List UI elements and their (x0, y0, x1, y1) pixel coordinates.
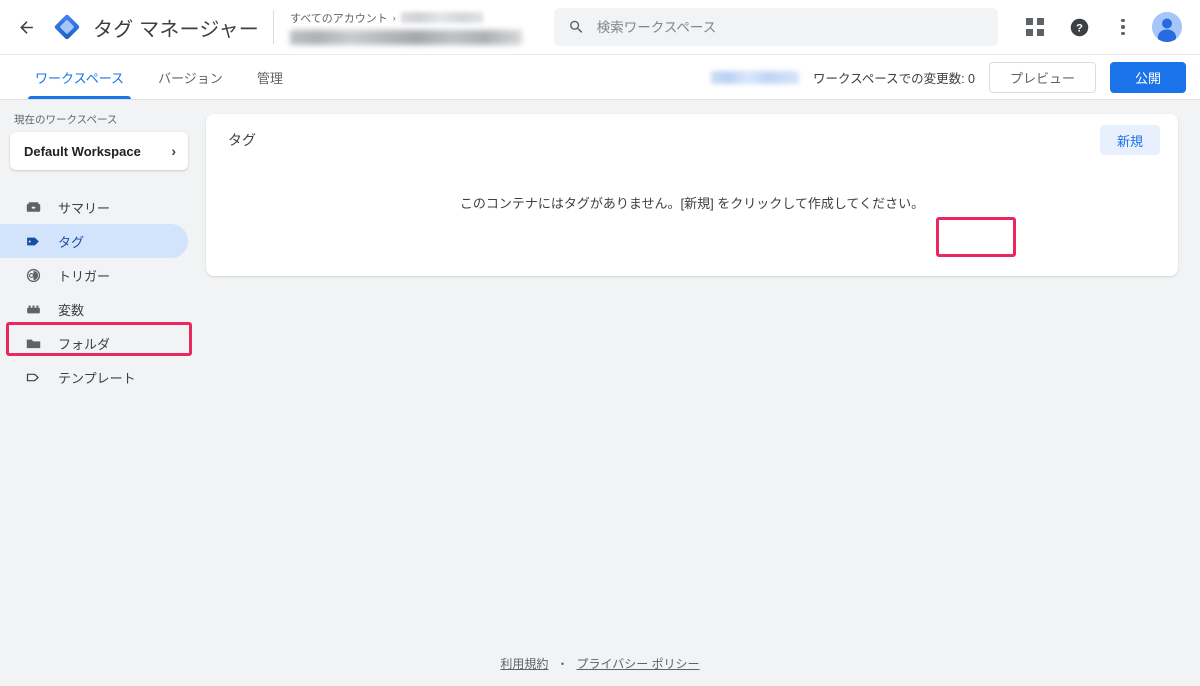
sidebar-item-folders[interactable]: フォルダ (0, 326, 188, 360)
breadcrumb-account-name-redacted (400, 12, 483, 23)
back-arrow-icon (19, 20, 33, 34)
apps-button[interactable] (1016, 8, 1054, 46)
main-content: タグ 新規 このコンテナにはタグがありません。[新規] をクリックして作成してく… (200, 100, 1200, 686)
chevron-right-icon: › (392, 12, 396, 23)
help-circle-icon: ? (1070, 18, 1088, 36)
footer: 利用規約 ・ プライバシー ポリシー (0, 640, 1200, 686)
tags-card-header: タグ 新規 (206, 114, 1178, 166)
app-title: タグ マネージャー (93, 18, 259, 41)
tags-card: タグ 新規 このコンテナにはタグがありません。[新規] をクリックして作成してく… (206, 114, 1178, 276)
breadcrumb-top-row: すべてのアカウント › (290, 10, 536, 26)
sidebar-item-label: 変数 (58, 302, 85, 318)
tab-workspace-label: ワークスペース (35, 70, 125, 86)
search-input[interactable] (596, 8, 984, 46)
empty-state-message: このコンテナにはタグがありません。[新規] をクリックして作成してください。 (459, 195, 925, 211)
account-button[interactable] (1148, 8, 1186, 46)
top-app-bar: タグ マネージャー すべてのアカウント › 検索ワークスペース ? (0, 0, 1200, 55)
tag-manager-app: タグ マネージャー すべてのアカウント › 検索ワークスペース ? ワークスペー… (0, 0, 1200, 686)
account-avatar-icon (1152, 12, 1182, 42)
breadcrumb-all-accounts[interactable]: すべてのアカウント (290, 10, 388, 26)
tab-bar: ワークスペース バージョン 管理 ワークスペースでの変更数: 0 プレビュー 公… (0, 55, 1200, 100)
sidebar: 現在のワークスペース Default Workspace › サマリー タグ ト… (0, 100, 200, 686)
chevron-right-icon: › (171, 143, 176, 159)
tab-admin[interactable]: 管理 (240, 55, 300, 99)
back-button[interactable] (8, 9, 44, 45)
tab-versions[interactable]: バージョン (141, 55, 240, 99)
tab-bar-actions: ワークスペースでの変更数: 0 プレビュー 公開 (710, 55, 1186, 99)
page-body: 現在のワークスペース Default Workspace › サマリー タグ ト… (0, 100, 1200, 686)
sidebar-item-tag[interactable]: タグ (0, 224, 188, 258)
breadcrumb[interactable]: すべてのアカウント › (289, 10, 536, 45)
sidebar-item-label: タグ (58, 234, 85, 250)
sidebar-item-label: サマリー (58, 200, 111, 216)
tab-list: ワークスペース バージョン 管理 (0, 55, 300, 99)
sidebar-item-label: テンプレート (58, 370, 136, 386)
tag-manager-logo-icon (54, 14, 80, 40)
sidebar-item-templates[interactable]: テンプレート (0, 360, 188, 394)
help-button[interactable]: ? (1060, 8, 1098, 46)
tab-admin-label: 管理 (256, 70, 283, 86)
more-vertical-icon (1121, 18, 1125, 36)
workspace-selector[interactable]: Default Workspace › (10, 132, 188, 170)
privacy-policy-link[interactable]: プライバシー ポリシー (576, 655, 699, 672)
card-title: タグ (228, 132, 256, 148)
summary-icon (24, 198, 42, 216)
search-box[interactable] (553, 8, 998, 46)
trigger-icon (24, 266, 42, 284)
workspace-changes-count: ワークスペースでの変更数: 0 (812, 71, 975, 86)
workspace-name: Default Workspace (24, 143, 141, 159)
sidebar-item-variables[interactable]: 変数 (0, 292, 188, 326)
tab-workspace[interactable]: ワークスペース (18, 55, 141, 99)
tag-icon (24, 232, 42, 250)
terms-link[interactable]: 利用規約 (500, 655, 548, 672)
new-tag-button[interactable]: 新規 (1099, 125, 1160, 155)
current-workspace-label: 現在のワークスペース (14, 114, 118, 126)
apps-grid-icon (1026, 18, 1044, 36)
tab-versions-label: バージョン (158, 70, 223, 86)
footer-separator: ・ (556, 656, 569, 671)
brand[interactable]: タグ マネージャー (44, 12, 259, 42)
svg-text:?: ? (1076, 22, 1083, 34)
variables-icon (24, 300, 42, 318)
breadcrumb-container-name-redacted (289, 29, 522, 45)
sidebar-item-summary[interactable]: サマリー (0, 190, 188, 224)
search-icon (570, 20, 583, 33)
top-bar-actions: ? (1016, 8, 1186, 46)
preview-button[interactable]: プレビュー (988, 61, 1096, 93)
publish-button[interactable]: 公開 (1109, 61, 1186, 93)
more-options-button[interactable] (1104, 8, 1142, 46)
folder-icon (24, 334, 42, 352)
sidebar-item-trigger[interactable]: トリガー (0, 258, 188, 292)
search-area (536, 8, 1016, 46)
sidebar-item-label: トリガー (58, 268, 111, 284)
sidebar-item-label: フォルダ (58, 336, 111, 352)
sidebar-nav: サマリー タグ トリガー 変数 フォルダ テンプレート (0, 190, 200, 394)
container-id-badge-redacted (710, 70, 799, 84)
template-icon (24, 368, 42, 386)
header-divider (272, 10, 274, 44)
